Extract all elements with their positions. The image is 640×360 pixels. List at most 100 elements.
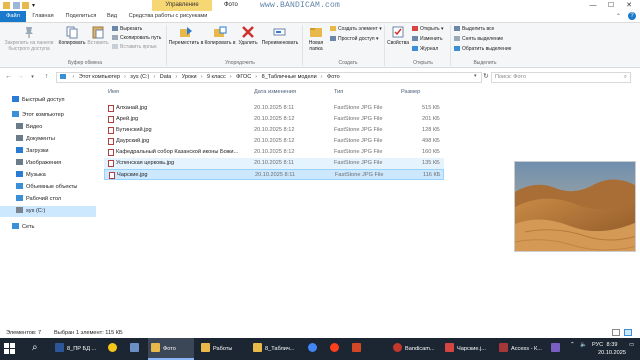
new-folder-button[interactable]: Новая папка [304, 25, 328, 52]
copy-to-label: Копировать в [204, 40, 236, 46]
nav-item-music[interactable]: Музыка [0, 170, 96, 181]
address-bar[interactable]: › Этот компьютер › sys (C:) › Data › Уроки ›… [56, 72, 482, 83]
breadcrumb-table-models[interactable]: 8_Табличные модели [262, 74, 317, 80]
search-icon[interactable]: ⌕ [32, 343, 38, 353]
file-row[interactable]: Даурский.jpg 20.10.2025 8:12 FastStone JPG… [104, 136, 444, 147]
clock[interactable]: 8:39 20.10.2025 [598, 341, 626, 357]
rename-icon [273, 25, 287, 39]
folder-icon [253, 343, 262, 352]
tab-home[interactable]: Главная [28, 11, 58, 22]
taskbar-app-word[interactable]: 8_ПР БД ... [52, 338, 98, 360]
select-all-button[interactable]: Выделить все [454, 26, 494, 33]
cut-button[interactable]: Вырезать [112, 26, 142, 33]
nav-item-video[interactable]: Видео [0, 122, 96, 133]
nav-item-pictures[interactable]: Изображения [0, 158, 96, 169]
maximize-icon[interactable]: ☐ [602, 0, 620, 11]
move-to-button[interactable]: Переместить в [168, 25, 204, 46]
tab-view[interactable]: Вид [104, 11, 120, 22]
file-row[interactable]: Кафедральный собор Казанской иконы Божи.… [104, 147, 444, 158]
search-icon: ⌕ [623, 74, 627, 80]
taskbar-app-explorer-photo[interactable]: Фото [148, 338, 194, 360]
nav-item-documents[interactable]: Документы [0, 134, 96, 145]
properties-button[interactable]: Свойства [386, 25, 410, 46]
taskbar-app-faststone[interactable]: Чарские.j... [442, 338, 492, 360]
select-none-button[interactable]: Снять выделение [454, 36, 503, 43]
copy-button[interactable]: Копировать [56, 25, 88, 46]
paste-shortcut-button[interactable]: Вставить ярлык [112, 44, 157, 51]
breadcrumb-photo[interactable]: Фото [327, 74, 340, 80]
easy-access-button[interactable]: Простой доступ ▾ [330, 36, 379, 43]
search-input[interactable]: Поиск: Фото ⌕ [491, 72, 631, 83]
taskbar-app-yandex-browser[interactable] [104, 338, 122, 360]
file-row[interactable]: Успенская церковь.jpg 20.10.2025 8:11 Fast… [104, 158, 444, 169]
breadcrumb-grade[interactable]: 9 класс [207, 74, 226, 80]
rename-button[interactable]: Переименовать [260, 25, 300, 46]
column-header-type[interactable]: Тип [334, 89, 343, 95]
invert-selection-button[interactable]: Обратить выделение [454, 46, 511, 53]
history-button[interactable]: Журнал [412, 46, 438, 53]
nav-item-network[interactable]: Сеть [0, 222, 96, 233]
column-header-date[interactable]: Дата изменения [254, 89, 296, 95]
taskbar-app-access[interactable]: Access - К... [496, 338, 544, 360]
edit-button[interactable]: Изменить [412, 36, 443, 43]
up-icon[interactable]: ↑ [42, 72, 51, 82]
refresh-icon[interactable]: ↻ [483, 72, 489, 80]
close-icon[interactable]: ✕ [620, 0, 638, 11]
tab-share[interactable]: Поделиться [62, 11, 100, 22]
windows-start-icon[interactable] [4, 343, 16, 357]
nav-item-this-pc[interactable]: Этот компьютер [0, 110, 96, 121]
tab-file[interactable]: Файл [0, 11, 26, 22]
qat-dropdown-icon[interactable]: ▾ [32, 2, 35, 9]
nav-item-drive[interactable]: sys (C:) [0, 206, 96, 217]
context-tab-manage[interactable]: Управление [152, 0, 212, 11]
taskbar-app-chrome[interactable] [304, 338, 322, 360]
paste-label: Вставить [87, 40, 109, 46]
file-list: Имя Дата изменения Тип Размер Алханай.jp… [100, 86, 445, 186]
minimize-icon[interactable]: — [584, 0, 602, 11]
quick-access-toolbar-icon[interactable] [13, 2, 20, 9]
nav-item-downloads[interactable]: Загрузки [0, 146, 96, 157]
breadcrumb-data[interactable]: Data [160, 74, 172, 80]
nav-item-quick-access[interactable]: Быстрый доступ [0, 95, 96, 106]
copy-path-button[interactable]: Скопировать путь [112, 35, 161, 42]
taskbar-app-powerpoint[interactable] [348, 338, 366, 360]
forward-icon[interactable]: → [16, 72, 25, 82]
taskbar-app-explorer-tables[interactable]: 8_Таблич... [250, 338, 300, 360]
new-item-button[interactable]: Создать элемент ▾ [330, 26, 382, 33]
address-dropdown-icon[interactable]: ▾ [474, 73, 477, 79]
taskbar-app[interactable] [548, 338, 564, 360]
open-button[interactable]: Открыть ▾ [412, 26, 444, 33]
details-view-icon[interactable] [612, 329, 620, 336]
file-row[interactable]: Арей.jpg 20.10.2025 8:12 FastStone JPG Fil… [104, 114, 444, 125]
delete-button[interactable]: Удалить [236, 25, 260, 46]
large-icons-view-icon[interactable] [624, 329, 632, 336]
pin-quick-access-button[interactable]: Закрепить на панели быстрого доступа [2, 25, 56, 52]
nav-item-desktop[interactable]: Рабочий стол [0, 194, 96, 205]
help-icon[interactable]: ? [628, 12, 636, 20]
chevron-up-icon[interactable]: ⌃ [616, 13, 621, 20]
file-row[interactable]: Бутинский.jpg 20.10.2025 8:12 FastStone JP… [104, 125, 444, 136]
file-row-selected[interactable]: Чарские.jpg 20.10.2025 8:11 FastStone JPG … [104, 169, 444, 180]
tab-picture-tools[interactable]: Средства работы с рисунками [124, 11, 212, 22]
taskbar-app-bandicam[interactable]: Bandicam... [390, 338, 438, 360]
breadcrumb-fgos[interactable]: ФГОС [236, 74, 251, 80]
paste-button[interactable]: Вставить [86, 25, 110, 46]
breadcrumb-drive[interactable]: sys (C:) [130, 74, 149, 80]
nav-item-3d-objects[interactable]: Объемные объекты [0, 182, 96, 193]
recent-locations-icon[interactable]: ▾ [28, 72, 37, 82]
taskbar-app[interactable] [126, 338, 144, 360]
tray-chevron-icon[interactable]: ⌃ [570, 342, 575, 348]
star-icon [12, 96, 19, 102]
breadcrumb-lessons[interactable]: Уроки [182, 74, 197, 80]
back-icon[interactable]: ← [4, 72, 13, 82]
taskbar-app-yandex[interactable] [326, 338, 344, 360]
column-header-size[interactable]: Размер [401, 89, 420, 95]
file-row[interactable]: Алханай.jpg 20.10.2025 8:11 FastStone JPG … [104, 103, 444, 114]
breadcrumb-this-pc[interactable]: Этот компьютер [79, 74, 120, 80]
column-header-name[interactable]: Имя [108, 89, 119, 95]
copy-to-button[interactable]: Копировать в [204, 25, 236, 46]
volume-icon[interactable]: 🔈 [580, 342, 587, 348]
new-folder-quick-icon[interactable] [22, 2, 29, 9]
notifications-icon[interactable]: ▭ [629, 342, 634, 348]
taskbar-app-explorer-works[interactable]: Работы [198, 338, 246, 360]
